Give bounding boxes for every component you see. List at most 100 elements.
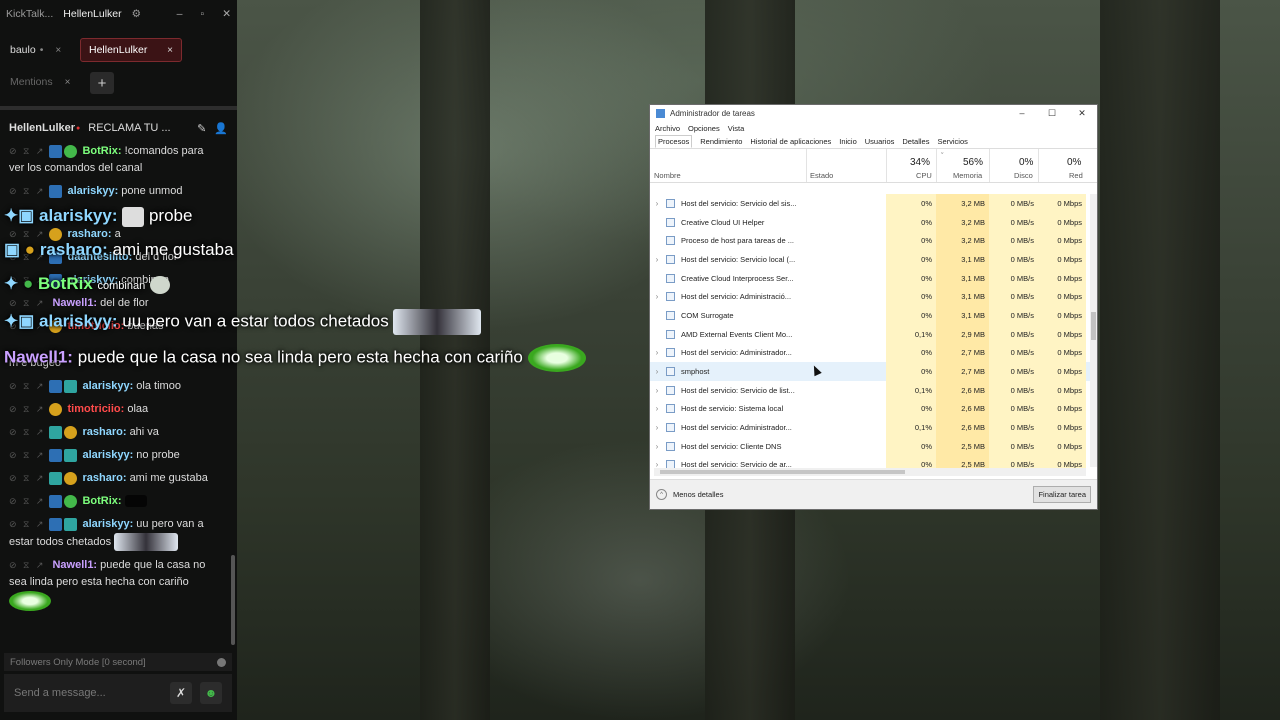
minimize-button[interactable]: – bbox=[1007, 108, 1037, 119]
process-row[interactable]: › Host del servicio: Servicio de list... 0… bbox=[650, 380, 1090, 400]
close-tab-icon[interactable]: × bbox=[55, 45, 61, 56]
mod-actions[interactable]: ⊘ ⧖ ↗ bbox=[9, 229, 45, 239]
emoji-picker-icon[interactable]: ☻ bbox=[200, 682, 222, 704]
kick-emote-icon[interactable]: ✗ bbox=[170, 682, 192, 704]
pin-icon[interactable]: ✎ bbox=[197, 122, 206, 135]
process-row[interactable]: Proceso de host para tareas de ... 0% 3,2 … bbox=[650, 231, 1090, 251]
process-row[interactable]: › Host del servicio: Servicio del sis... 0… bbox=[650, 194, 1090, 213]
process-row[interactable]: › Host del servicio: Administrador... 0,1%… bbox=[650, 418, 1090, 437]
process-row[interactable]: › Host del servicio: Administrador... 0% 2,… bbox=[650, 343, 1090, 363]
scroll-thumb[interactable] bbox=[1091, 312, 1096, 340]
col-cpu[interactable]: CPU bbox=[916, 171, 932, 180]
mod-actions[interactable]: ⊘ ⧖ ↗ bbox=[9, 427, 45, 437]
username[interactable]: Nawell1: bbox=[52, 559, 97, 571]
gear-icon[interactable]: ⚙ bbox=[132, 8, 141, 20]
tab-procesos[interactable]: Procesos bbox=[655, 135, 693, 148]
close-tab-icon[interactable]: × bbox=[65, 77, 71, 88]
col-memory[interactable]: Memoria bbox=[953, 171, 982, 180]
maximize-button[interactable]: ▫ bbox=[200, 8, 204, 20]
scroll-thumb[interactable] bbox=[660, 470, 905, 474]
menu-archivo[interactable]: Archivo bbox=[655, 124, 680, 133]
minimize-button[interactable]: – bbox=[177, 8, 183, 20]
user-icon[interactable]: 👤 bbox=[214, 122, 228, 135]
process-icon bbox=[666, 273, 675, 283]
username[interactable]: alariskyy: bbox=[67, 185, 118, 197]
username[interactable]: BotRix: bbox=[82, 145, 121, 157]
process-network: 0 Mbps bbox=[1038, 231, 1086, 251]
mod-actions[interactable]: ⊘ ⧖ ↗ bbox=[9, 496, 45, 506]
expand-chevron-icon[interactable]: › bbox=[650, 348, 664, 357]
menu-vista[interactable]: Vista bbox=[728, 124, 745, 133]
process-row[interactable]: › Host de servicio: Sistema local 0% 2,6 MB… bbox=[650, 399, 1090, 419]
username[interactable]: BotRix: bbox=[82, 495, 121, 507]
username[interactable]: rasharo: bbox=[82, 472, 126, 484]
horizontal-scrollbar[interactable] bbox=[654, 468, 1086, 476]
mod-actions[interactable]: ⊘ ⧖ ↗ bbox=[9, 298, 45, 308]
col-status[interactable]: Estado bbox=[810, 171, 833, 180]
username[interactable]: rasharo: bbox=[67, 228, 111, 240]
info-icon[interactable] bbox=[217, 657, 226, 667]
menu-opciones[interactable]: Opciones bbox=[688, 124, 720, 133]
overlay-username: alariskyy: bbox=[39, 311, 118, 331]
mod-actions[interactable]: ⊘ ⧖ ↗ bbox=[9, 146, 45, 156]
mod-actions[interactable]: ⊘ ⧖ ↗ bbox=[9, 381, 45, 391]
close-tab-icon[interactable]: × bbox=[167, 45, 173, 56]
username[interactable]: alariskyy: bbox=[82, 380, 133, 392]
tab-hellenlulker[interactable]: HellenLulker × bbox=[80, 38, 182, 62]
mod-actions[interactable]: ⊘ ⧖ ↗ bbox=[9, 450, 45, 460]
end-task-button[interactable]: Finalizar tarea bbox=[1033, 486, 1091, 503]
expand-chevron-icon[interactable]: › bbox=[650, 367, 664, 376]
expand-chevron-icon[interactable]: › bbox=[650, 199, 664, 208]
maximize-button[interactable]: ☐ bbox=[1037, 108, 1067, 119]
col-network[interactable]: Red bbox=[1069, 171, 1083, 180]
process-row[interactable]: AMD External Events Client Mo... 0,1% 2,9 … bbox=[650, 324, 1090, 344]
col-disk[interactable]: Disco bbox=[1014, 171, 1033, 180]
process-row[interactable]: Creative Cloud Interprocess Ser... 0% 3,1 … bbox=[650, 268, 1090, 288]
tab-detalles[interactable]: Detalles bbox=[902, 137, 929, 146]
expand-chevron-icon[interactable]: › bbox=[650, 292, 664, 301]
tab-historial[interactable]: Historial de aplicaciones bbox=[750, 137, 831, 146]
close-button[interactable]: ✕ bbox=[222, 8, 231, 20]
og-badge-icon bbox=[64, 448, 78, 462]
expand-chevron-icon[interactable]: › bbox=[650, 404, 664, 413]
expand-chevron-icon[interactable]: › bbox=[650, 255, 664, 264]
process-row[interactable]: › Host del servicio: Servicio de ar... 0% 2… bbox=[650, 455, 1090, 469]
process-cpu: 0% bbox=[886, 399, 936, 419]
expand-chevron-icon[interactable]: › bbox=[650, 423, 664, 432]
tab-rendimiento[interactable]: Rendimiento bbox=[700, 137, 742, 146]
tab-mentions[interactable]: Mentions × bbox=[2, 70, 78, 94]
og-badge-icon bbox=[64, 379, 78, 393]
less-details-link[interactable]: Menos detalles bbox=[673, 490, 723, 499]
expand-chevron-icon[interactable]: › bbox=[650, 442, 664, 451]
tab-inicio[interactable]: Inicio bbox=[839, 137, 857, 146]
mod-actions[interactable]: ⊘ ⧖ ↗ bbox=[9, 186, 45, 196]
col-name[interactable]: Nombre bbox=[654, 171, 681, 180]
close-button[interactable]: ✕ bbox=[1067, 108, 1097, 119]
mod-actions[interactable]: ⊘ ⧖ ↗ bbox=[9, 519, 45, 529]
process-row[interactable]: Creative Cloud UI Helper 0% 3,2 MB 0 MB/s 0 … bbox=[650, 212, 1090, 232]
username[interactable]: Nawell1: bbox=[52, 297, 97, 309]
tab-servicios[interactable]: Servicios bbox=[937, 137, 967, 146]
process-row[interactable]: › smphost 0% 2,7 MB 0 MB/s 0 Mbps bbox=[650, 362, 1090, 381]
username[interactable]: rasharo: bbox=[82, 426, 126, 438]
username[interactable]: alariskyy: bbox=[82, 518, 133, 530]
mod-actions[interactable]: ⊘ ⧖ ↗ bbox=[9, 473, 45, 483]
add-tab-button[interactable]: + bbox=[90, 72, 114, 94]
overlay-badge-icon: ✦▣ bbox=[4, 311, 35, 331]
chat-scrollbar[interactable] bbox=[231, 555, 235, 645]
username[interactable]: timotriciio: bbox=[67, 403, 124, 415]
mod-actions[interactable]: ⊘ ⧖ ↗ bbox=[9, 560, 45, 570]
tab-usuarios[interactable]: Usuarios bbox=[865, 137, 895, 146]
process-row[interactable]: › Host del servicio: Cliente DNS 0% 2,5 MB 0… bbox=[650, 436, 1090, 456]
mod-actions[interactable]: ⊘ ⧖ ↗ bbox=[9, 404, 45, 414]
process-row[interactable]: › Host del servicio: Servicio local (... 0… bbox=[650, 250, 1090, 269]
username[interactable]: alariskyy: bbox=[82, 449, 133, 461]
tab-baulo[interactable]: baulo • × bbox=[2, 38, 69, 62]
vertical-scrollbar[interactable] bbox=[1090, 194, 1097, 467]
chevron-up-icon[interactable]: ^ bbox=[656, 489, 667, 500]
message-input[interactable]: Send a message... ✗ ☻ bbox=[4, 674, 232, 712]
process-row[interactable]: › Host del servicio: Administració... 0% 3,… bbox=[650, 287, 1090, 307]
process-row[interactable]: COM Surrogate 0% 3,1 MB 0 MB/s 0 Mbps bbox=[650, 306, 1090, 325]
expand-chevron-icon[interactable]: › bbox=[650, 386, 664, 395]
process-cpu: 0% bbox=[886, 362, 936, 381]
